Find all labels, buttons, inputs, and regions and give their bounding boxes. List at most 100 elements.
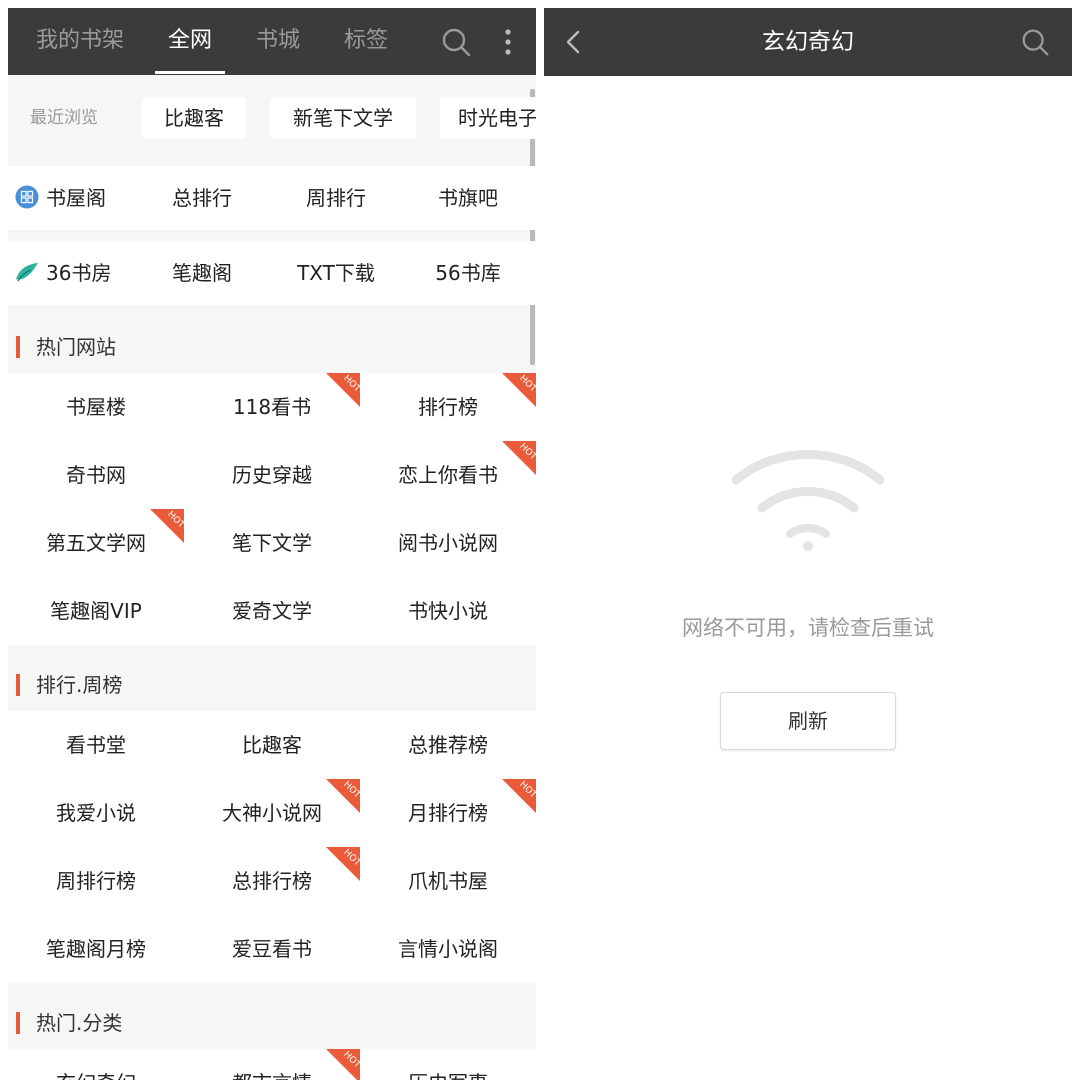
site-link[interactable]: 笔趣阁 xyxy=(142,241,262,305)
hot-badge: HOT xyxy=(326,847,360,881)
hot-badge: HOT xyxy=(502,441,536,475)
site-grid-item[interactable]: 月排行榜 HOT xyxy=(360,779,536,847)
site-grid-item[interactable]: 比趣客 xyxy=(184,711,360,779)
site-grid-item[interactable]: 爪机书屋 xyxy=(360,847,536,915)
recent-label: 最近浏览 xyxy=(30,108,98,128)
section-accent-bar xyxy=(16,674,20,696)
site-link[interactable]: 总排行 xyxy=(142,166,262,230)
refresh-button[interactable]: 刷新 xyxy=(720,692,896,750)
site-link[interactable]: 周排行 xyxy=(276,166,396,230)
site-grid-item[interactable]: 言情小说阁 xyxy=(360,915,536,983)
site-grid-item[interactable]: 阅书小说网 xyxy=(360,509,536,577)
hot-badge: HOT xyxy=(150,509,184,543)
site-grid-item-label: 书快小说 xyxy=(408,599,488,623)
recent-chip[interactable]: 比趣客 xyxy=(142,97,246,139)
tab-bookstore[interactable]: 书城 xyxy=(246,8,310,75)
right-screen: 玄幻奇幻 网络不可用，请检查后重试 刷新 xyxy=(544,8,1072,1080)
site-grid-item[interactable]: 周排行榜 xyxy=(8,847,184,915)
site-grid-item-label: 第五文学网 xyxy=(46,531,146,555)
error-message: 网络不可用，请检查后重试 xyxy=(682,616,934,640)
site-grid: 玄幻奇幻 都市言情 HOT 历史军事 xyxy=(8,1049,536,1080)
site-row: 书屋阁 总排行 周排行 书旗吧 xyxy=(8,166,536,230)
site-grid-item[interactable]: 恋上你看书 HOT xyxy=(360,441,536,509)
site-grid-item[interactable]: 玄幻奇幻 xyxy=(8,1049,184,1080)
site-grid-item-label: 周排行榜 xyxy=(56,869,136,893)
left-content[interactable]: 最近浏览 比趣客 新笔下文学 时光电子 书屋阁 总排行 周排行 书旗吧 36书房… xyxy=(8,75,536,1080)
hot-badge: HOT xyxy=(326,373,360,407)
section-title: 热门网站 xyxy=(36,335,116,359)
site-grid-item[interactable]: 爱豆看书 xyxy=(184,915,360,983)
site-grid-item[interactable]: 排行榜 HOT xyxy=(360,373,536,441)
recent-chip[interactable]: 新笔下文学 xyxy=(270,97,416,139)
section-title: 排行.周榜 xyxy=(36,673,123,697)
site-link[interactable]: 56书库 xyxy=(408,241,528,305)
site-grid: 看书堂 比趣客 总推荐榜 我爱小说 大神小说网 HOT 月排行榜 HOT 周排行榜 总排行榜 HOT… xyxy=(8,711,536,983)
hot-badge: HOT xyxy=(326,779,360,813)
active-tab-indicator xyxy=(155,71,225,74)
site-link[interactable]: 书旗吧 xyxy=(408,166,528,230)
section-accent-bar xyxy=(16,1012,20,1034)
hot-badge: HOT xyxy=(502,779,536,813)
site-grid-item[interactable]: 大神小说网 HOT xyxy=(184,779,360,847)
site-grid-item-label: 大神小说网 xyxy=(222,801,322,825)
hot-badge: HOT xyxy=(502,373,536,407)
search-icon[interactable] xyxy=(438,24,474,60)
site-grid-item-label: 爪机书屋 xyxy=(408,869,488,893)
site-grid-item[interactable]: 笔下文学 xyxy=(184,509,360,577)
site-grid-item[interactable]: 总推荐榜 xyxy=(360,711,536,779)
site-grid-item[interactable]: 历史军事 xyxy=(360,1049,536,1080)
site-grid-item-label: 笔趣阁月榜 xyxy=(46,937,146,961)
site-grid-item-label: 笔下文学 xyxy=(232,531,312,555)
recent-browsing-row: 最近浏览 比趣客 新笔下文学 时光电子 xyxy=(8,85,536,151)
site-link[interactable]: 36书房 xyxy=(46,241,126,305)
site-grid-item[interactable]: 我爱小说 xyxy=(8,779,184,847)
site-grid-item-label: 奇书网 xyxy=(66,463,126,487)
section-header: 排行.周榜 xyxy=(8,663,536,707)
site-grid-item[interactable]: 笔趣阁VIP xyxy=(8,577,184,645)
section-header: 热门网站 xyxy=(8,325,536,369)
tab-bookshelf[interactable]: 我的书架 xyxy=(18,8,142,75)
site-grid-item-label: 月排行榜 xyxy=(408,801,488,825)
site-grid-item[interactable]: 奇书网 xyxy=(8,441,184,509)
top-nav-bar: 我的书架 全网 书城 标签 xyxy=(8,8,536,75)
search-icon[interactable] xyxy=(1018,25,1052,59)
left-screen: 我的书架 全网 书城 标签 最近浏览 比趣客 新笔下文学 时光电子 书屋阁 总排… xyxy=(8,8,536,1080)
site-link[interactable]: TXT下载 xyxy=(276,241,396,305)
site-grid-item[interactable]: 看书堂 xyxy=(8,711,184,779)
section-accent-bar xyxy=(16,336,20,358)
site-grid-item-label: 比趣客 xyxy=(242,733,302,757)
site-grid-item[interactable]: 书快小说 xyxy=(360,577,536,645)
site-grid-item-label: 笔趣阁VIP xyxy=(50,599,142,623)
grid-app-icon xyxy=(15,185,39,209)
site-grid-item[interactable]: 第五文学网 HOT xyxy=(8,509,184,577)
site-grid-item[interactable]: 历史穿越 xyxy=(184,441,360,509)
site-grid-item-label: 历史穿越 xyxy=(232,463,312,487)
site-grid-item[interactable]: 笔趣阁月榜 xyxy=(8,915,184,983)
site-grid-item[interactable]: 爱奇文学 xyxy=(184,577,360,645)
section-header: 热门.分类 xyxy=(8,1001,536,1045)
site-link[interactable]: 书屋阁 xyxy=(46,166,110,230)
site-grid-item-label: 都市言情 xyxy=(232,1071,312,1080)
wifi-off-icon xyxy=(731,450,885,551)
site-grid-item-label: 总推荐榜 xyxy=(408,733,488,757)
more-options-icon[interactable] xyxy=(490,24,526,60)
site-grid-item-label: 历史军事 xyxy=(408,1071,488,1080)
site-grid-item-label: 爱豆看书 xyxy=(232,937,312,961)
site-grid-item[interactable]: 总排行榜 HOT xyxy=(184,847,360,915)
hot-badge: HOT xyxy=(326,1049,360,1080)
category-header: 玄幻奇幻 xyxy=(544,8,1072,76)
site-grid-item-label: 阅书小说网 xyxy=(398,531,498,555)
recent-chip[interactable]: 时光电子 xyxy=(440,97,536,139)
tab-tags[interactable]: 标签 xyxy=(334,8,398,75)
site-grid-item-label: 玄幻奇幻 xyxy=(56,1071,136,1080)
site-grid-item-label: 书屋楼 xyxy=(66,395,126,419)
site-grid-item-label: 排行榜 xyxy=(418,395,478,419)
site-grid-item-label: 爱奇文学 xyxy=(232,599,312,623)
site-grid-item[interactable]: 书屋楼 xyxy=(8,373,184,441)
section-title: 热门.分类 xyxy=(36,1011,123,1035)
site-grid-item-label: 恋上你看书 xyxy=(398,463,498,487)
site-grid-item[interactable]: 118看书 HOT xyxy=(184,373,360,441)
tab-all-web[interactable]: 全网 xyxy=(155,8,225,75)
site-grid-item-label: 118看书 xyxy=(232,395,312,419)
site-grid-item[interactable]: 都市言情 HOT xyxy=(184,1049,360,1080)
